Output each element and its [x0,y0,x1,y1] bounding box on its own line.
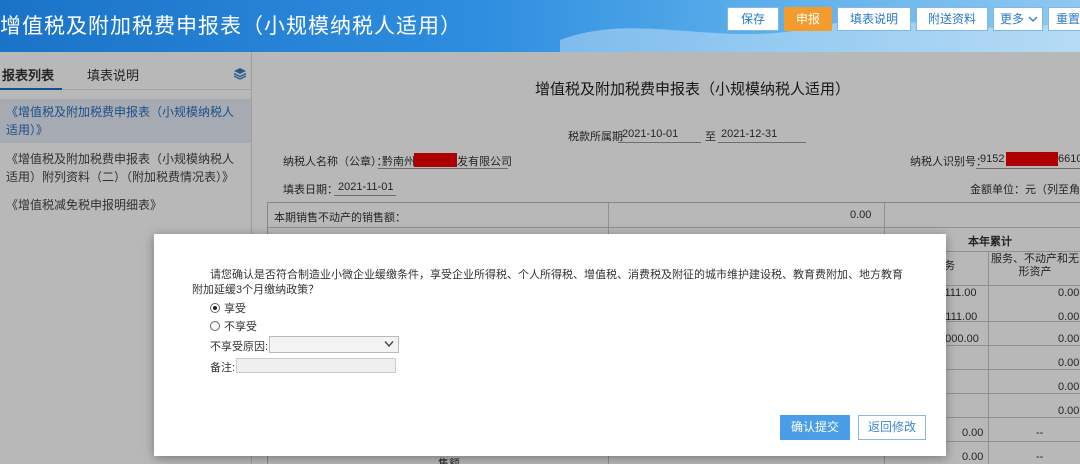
page-title: 增值税及附加税费申报表（小规模纳税人适用） [0,15,462,38]
remark-input[interactable] [236,358,396,373]
radio-not-enjoy[interactable] [210,321,220,331]
option-enjoy[interactable]: 享受 [210,300,246,316]
app-header: 增值税及附加税费申报表（小规模纳税人适用） 保存 申报 填表说明 附送资料 更多… [0,0,1080,52]
radio-enjoy[interactable] [210,303,220,313]
dialog-question: 请您确认是否符合制造业小微企业缓缴条件，享受企业所得税、个人所得税、增值税、消费… [192,269,903,296]
reason-label: 不享受原因: [210,341,269,353]
save-button[interactable]: 保存 [727,7,779,31]
chevron-down-icon [1028,16,1038,22]
confirm-submit-button[interactable]: 确认提交 [780,415,850,440]
option-not-enjoy-label: 不享受 [224,321,257,333]
declare-button[interactable]: 申报 [784,7,832,31]
option-not-enjoy[interactable]: 不享受 [210,318,257,334]
confirm-dialog: 请您确认是否符合制造业小微企业缓缴条件，享受企业所得税、个人所得税、增值税、消费… [154,234,946,456]
more-label: 更多 [999,12,1024,26]
return-edit-button[interactable]: 返回修改 [858,415,926,440]
instructions-button[interactable]: 填表说明 [837,7,911,31]
reset-button[interactable]: 重置 [1048,7,1080,31]
chevron-down-icon [384,341,394,348]
attachments-button[interactable]: 附送资料 [916,7,988,31]
reason-select[interactable] [269,336,399,353]
more-button[interactable]: 更多 [993,7,1043,31]
remark-label: 备注: [210,362,236,374]
option-enjoy-label: 享受 [224,303,246,315]
